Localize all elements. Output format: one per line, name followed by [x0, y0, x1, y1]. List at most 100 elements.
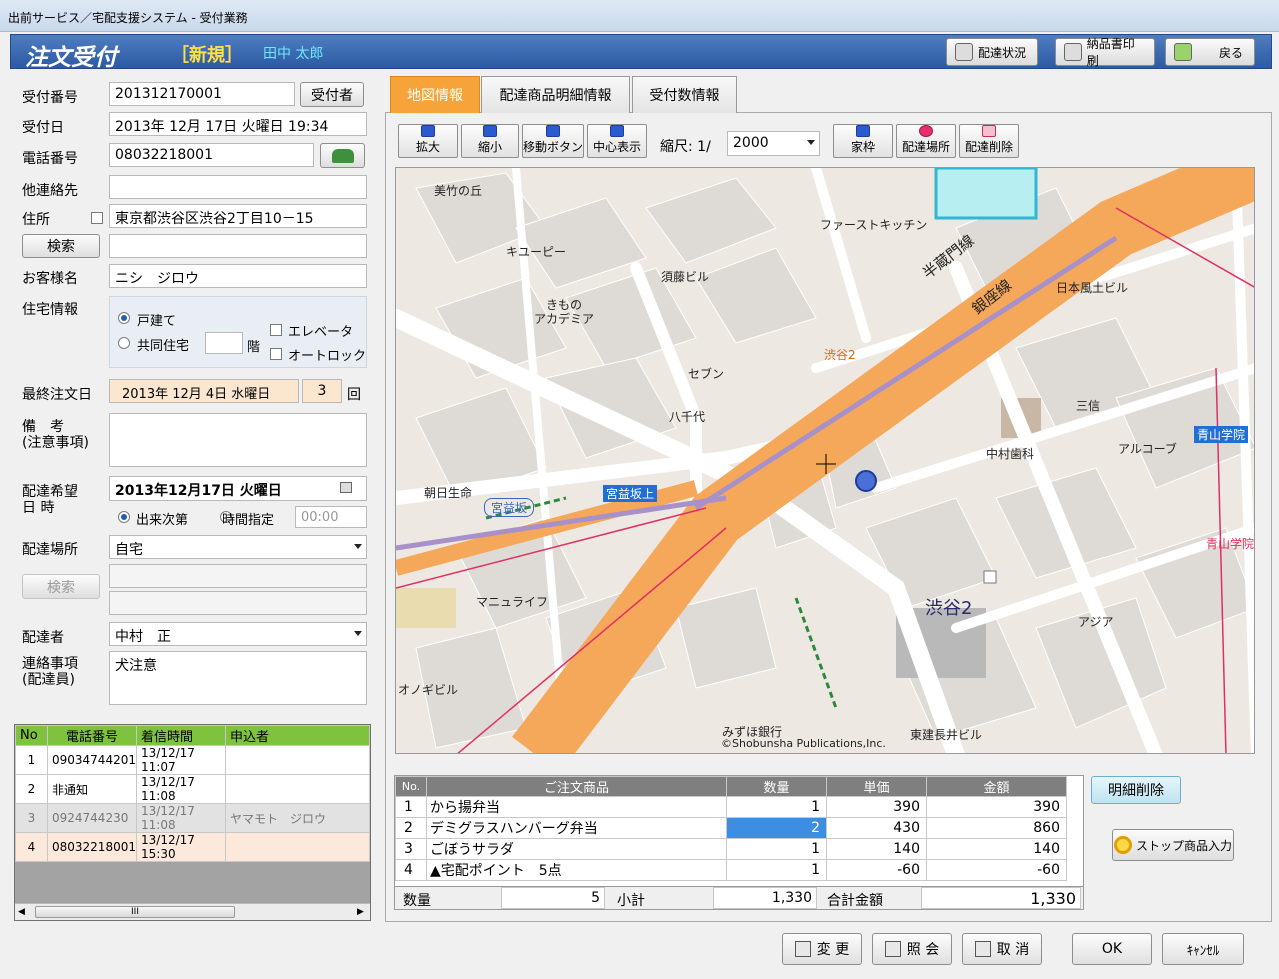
address-label: 住所 — [22, 212, 50, 228]
phone-field[interactable]: 08032218001 — [109, 143, 314, 167]
table-row[interactable]: 1 から揚弁当 1 390 390 — [395, 796, 1067, 818]
table-row[interactable]: 4 ▲宅配ポイント 5点 1 -60 -60 — [395, 859, 1067, 881]
apartment-label: 共同住宅 — [137, 339, 190, 354]
apartment-radio[interactable] — [118, 337, 130, 349]
home-button[interactable]: 家枠 — [833, 124, 893, 158]
table-row[interactable]: 1 09034744201 13/12/17 11:07 — [15, 745, 370, 775]
customer-name-field[interactable]: ニシ ジロウ — [109, 264, 367, 288]
mode-label: ［新規］ — [171, 45, 243, 66]
map-label: アルコーブ — [1118, 442, 1177, 456]
tab-reception-count[interactable]: 受付数情報 — [632, 76, 737, 113]
detached-label: 戸建て — [137, 314, 177, 329]
elevator-checkbox[interactable] — [270, 324, 282, 336]
move-button[interactable]: 移動ボタン — [522, 124, 584, 158]
cancel-order-button[interactable]: 取 消 — [962, 933, 1042, 965]
remarks-field[interactable] — [109, 413, 367, 467]
move-icon — [546, 125, 560, 137]
call-header-name: 申込者 — [225, 725, 370, 746]
change-button[interactable]: 変 更 — [782, 933, 862, 965]
zoom-in-button[interactable]: 拡大 — [398, 124, 458, 158]
search-icon — [884, 941, 901, 957]
phone-icon — [331, 148, 354, 163]
map-label: アジア — [1078, 615, 1114, 629]
map-label: 日本風土ビル — [1056, 281, 1129, 295]
table-row[interactable]: 3 0924744230 13/12/17 11:08 ヤマモト ジロウ — [15, 803, 370, 833]
map-label: セブン — [688, 367, 725, 381]
reception-no-field[interactable]: 201312170001 — [109, 82, 295, 106]
delivery-place-label: 配達場所 — [22, 542, 78, 558]
notes-label: 連絡事項 (配達員) — [22, 656, 78, 688]
notes-field[interactable]: 犬注意 — [109, 651, 367, 705]
order-items: No. ご注文商品 数量 単価 金額 1 から揚弁当 1 390 390 2 デ… — [394, 775, 1084, 910]
housing-panel: 戸建て 共同住宅 階 エレベータ オートロック — [109, 296, 367, 368]
zoom-out-button[interactable]: 縮小 — [461, 124, 519, 158]
courier-select[interactable]: 中村 正 — [109, 622, 367, 646]
map-label: 東建長井ビル — [910, 728, 983, 742]
autolock-checkbox[interactable] — [270, 348, 282, 360]
place-button[interactable]: 配達場所 — [896, 124, 956, 158]
qty-total-label: 数量 — [403, 893, 431, 909]
zoom-in-icon — [421, 125, 435, 137]
map-label: オノギビル — [398, 683, 459, 697]
place-address-field — [109, 564, 367, 588]
other-contact-field[interactable] — [109, 175, 367, 199]
delete-detail-button[interactable]: 明細削除 — [1091, 776, 1181, 804]
phone-call-button[interactable] — [320, 143, 365, 168]
scale-select[interactable]: 2000 — [727, 131, 820, 156]
table-row[interactable]: 2 非通知 13/12/17 11:08 — [15, 774, 370, 804]
time-field[interactable]: 00:00 — [295, 506, 367, 528]
address2-field[interactable] — [109, 234, 367, 258]
address-search-button[interactable]: 検索 — [22, 234, 100, 258]
center-button[interactable]: 中心表示 — [587, 124, 647, 158]
receiver-button[interactable]: 受付者 — [300, 82, 364, 107]
table-row[interactable]: 2 デミグラスハンバーグ弁当 2 430 860 — [395, 817, 1067, 839]
scroll-left-icon[interactable]: ◀ — [18, 907, 25, 917]
tab-map[interactable]: 地図情報 — [390, 76, 480, 113]
delivery-place-select[interactable]: 自宅 — [109, 535, 367, 559]
detached-radio[interactable] — [118, 312, 130, 324]
items-header-qty: 数量 — [726, 776, 827, 797]
count-unit-label: 回 — [347, 387, 361, 403]
asap-radio[interactable] — [118, 511, 130, 523]
map-label: きもの アカデミア — [534, 298, 595, 326]
delivery-date-label: 配達希望 日 時 — [22, 484, 78, 516]
back-button[interactable]: 戻る — [1165, 38, 1255, 66]
window-titlebar: 出前サービス／宅配支援システム - 受付業務 — [0, 0, 1279, 32]
scroll-thumb[interactable]: III — [35, 906, 235, 918]
scroll-right-icon[interactable]: ▶ — [357, 907, 364, 917]
map-label: 渋谷2 — [925, 598, 973, 619]
calendar-icon[interactable] — [340, 482, 352, 493]
delivery-date-field[interactable]: 2013年12月17日 火曜日 — [109, 476, 367, 501]
delete-place-button[interactable]: 配達削除 — [959, 124, 1019, 158]
house-icon — [856, 125, 870, 137]
time-spec-label: 時間指定 — [222, 513, 275, 528]
tab-delivery-items[interactable]: 配達商品明細情報 — [481, 76, 630, 113]
call-list-scrollbar[interactable]: ◀ III ▶ — [15, 903, 370, 920]
stop-icon — [1113, 836, 1132, 854]
last-order-count-field: 3 — [302, 379, 342, 403]
page-title: 注文受付 — [25, 45, 117, 71]
map-label: 美竹の丘 — [434, 184, 483, 198]
address-checkbox[interactable] — [91, 212, 103, 224]
stop-item-button[interactable]: ストップ商品入力 — [1112, 829, 1234, 861]
floor-field[interactable] — [205, 332, 243, 354]
edit-icon — [794, 941, 811, 957]
map-label: 青山学院 — [1194, 426, 1249, 443]
grand-total-value: 1,330 — [921, 887, 1081, 909]
invoice-print-button[interactable]: 納品書印刷 — [1055, 37, 1155, 68]
place-search-button[interactable]: 検索 — [22, 574, 100, 599]
chevron-down-icon — [807, 140, 815, 145]
address-field[interactable]: 東京都渋谷区渋谷2丁目10－15 — [109, 204, 367, 228]
table-row[interactable]: 3 ごぼうサラダ 1 140 140 — [395, 838, 1067, 860]
table-row[interactable]: 4 08032218001 13/12/17 15:30 — [15, 832, 370, 862]
map-view[interactable]: 美竹の丘 キユーピー ファーストキッチン 須藤ビル きもの アカデミア セブン … — [395, 167, 1255, 754]
chevron-down-icon — [354, 544, 362, 549]
center-icon — [610, 125, 624, 137]
items-footer: 数量 5 小計 1,330 合計金額 1,330 — [395, 886, 1083, 909]
delivery-status-button[interactable]: 配達状況 — [946, 38, 1038, 66]
ok-button[interactable]: OK — [1072, 933, 1152, 965]
cancel-button[interactable]: ｷｬﾝｾﾙ — [1162, 933, 1244, 965]
reception-no-label: 受付番号 — [22, 90, 78, 106]
map-label: 青山学院 — [1206, 537, 1255, 551]
inquiry-button[interactable]: 照 会 — [872, 933, 952, 965]
